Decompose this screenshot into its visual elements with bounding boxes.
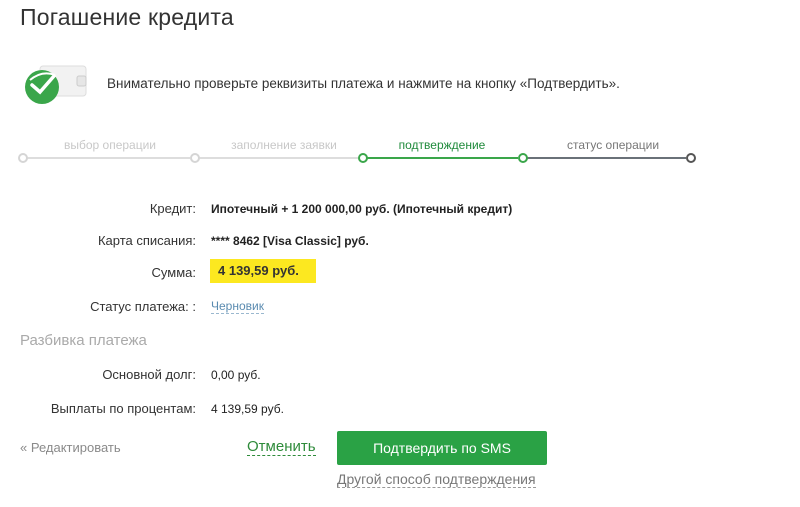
step-line-4 [526,157,686,159]
interest-label: Выплаты по процентам: [50,401,196,416]
step-line-3 [366,157,518,159]
step-2-label: заполнение заявки [231,138,337,152]
principal-label: Основной долг: [102,367,196,382]
confirm-sms-button[interactable]: Подтвердить по SMS [337,431,547,465]
instruction-text: Внимательно проверьте реквизиты платежа … [107,76,620,91]
interest-value: 4 139,59 руб. [211,402,284,416]
card-value: **** 8462 [Visa Classic] руб. [211,234,369,248]
amount-label: Сумма: [151,265,196,280]
principal-value: 0,00 руб. [211,368,261,382]
step-dot-5 [686,153,696,163]
step-3-label: подтверждение [398,138,486,152]
sberbank-logo-wallet-icon [25,65,87,104]
other-confirmation-link[interactable]: Другой способ подтверждения [337,471,536,488]
cancel-link[interactable]: Отменить [247,438,316,456]
credit-value: Ипотечный + 1 200 000,00 руб. (Ипотечный… [211,202,513,216]
card-label: Карта списания: [97,233,196,248]
payment-status-label: Статус платежа: : [90,299,196,314]
step-line-1 [26,157,190,159]
page-title: Погашение кредита [20,4,234,30]
edit-link[interactable]: « Редактировать [20,440,121,455]
step-1-label: выбор операции [63,138,157,152]
step-dot-3 [358,153,368,163]
payment-status-value[interactable]: Черновик [211,299,264,314]
step-dot-1 [18,153,28,163]
credit-label: Кредит: [149,201,196,216]
step-4-label: статус операции [566,138,660,152]
amount-value: 4 139,59 руб. [210,259,316,283]
breakdown-title: Разбивка платежа [20,332,147,349]
step-line-2 [198,157,358,159]
step-dot-2 [190,153,200,163]
step-dot-4 [518,153,528,163]
progress-steps: выбор операции заполнение заявки подтвер… [18,138,696,168]
